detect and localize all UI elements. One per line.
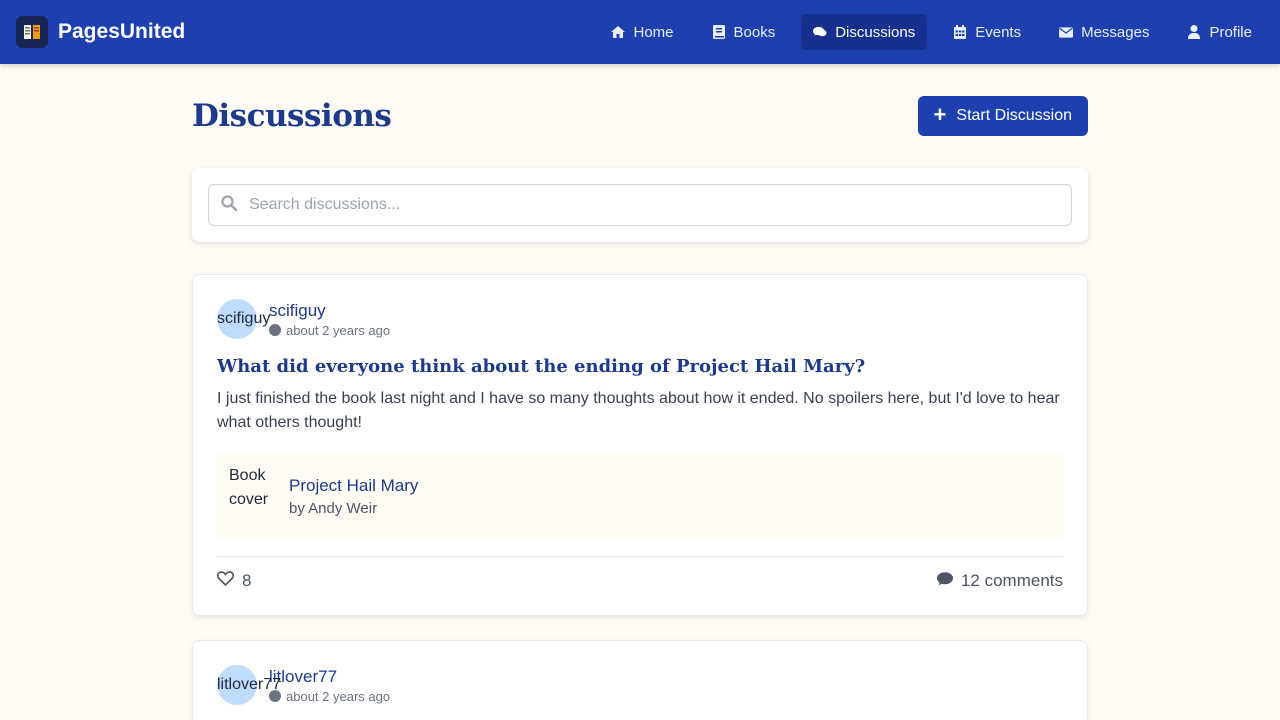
- calendar-icon: [953, 25, 967, 39]
- discussion-body: I just finished the book last night and …: [217, 390, 1060, 431]
- search-card: [192, 168, 1088, 242]
- nav-books[interactable]: Books: [700, 14, 788, 50]
- comment-count: 12 comments: [960, 571, 1063, 590]
- timestamp: about 2 years ago: [269, 689, 390, 704]
- plus-icon: +: [933, 102, 947, 127]
- nav-messages-label: Messages: [1081, 23, 1150, 41]
- comment-icon: [936, 571, 953, 591]
- like-count: 8: [242, 571, 252, 590]
- avatar[interactable]: scifiguy: [217, 299, 270, 339]
- search-box[interactable]: [208, 184, 1072, 226]
- nav-home-label: Home: [633, 23, 674, 41]
- clock-icon: [269, 690, 281, 702]
- start-discussion-label: Start Discussion: [956, 107, 1072, 124]
- timestamp-text: about 2 years ago: [286, 322, 391, 338]
- book-icon: [712, 25, 726, 39]
- author-row: scifiguy scifiguy about 2 years ago: [217, 299, 1063, 339]
- book-cover: Book cover: [229, 467, 269, 508]
- timestamp-text: about 2 years ago: [286, 688, 391, 704]
- page-header: Discussions + Start Discussion: [192, 96, 1088, 136]
- start-discussion-button[interactable]: + Start Discussion: [917, 96, 1088, 136]
- discussion-card[interactable]: scifiguy scifiguy about 2 years ago What…: [192, 274, 1088, 616]
- nav-discussions-label: Discussions: [835, 23, 916, 41]
- user-icon: [1187, 25, 1201, 39]
- book-logo-icon: [16, 16, 48, 48]
- clock-icon: [269, 324, 281, 336]
- top-navbar: PagesUnited Home Books Discussions Event…: [0, 0, 1280, 64]
- book-author: by Andy Weir: [289, 499, 378, 517]
- author-name[interactable]: scifiguy: [269, 301, 390, 321]
- author-row: litlover77 litlover77 about 2 years ago: [217, 665, 1063, 705]
- nav-profile[interactable]: Profile: [1175, 14, 1264, 50]
- nav-profile-label: Profile: [1209, 23, 1252, 41]
- nav-events-label: Events: [975, 23, 1022, 41]
- book-title[interactable]: Project Hail Mary: [289, 476, 418, 496]
- nav-home[interactable]: Home: [599, 14, 685, 50]
- nav-events[interactable]: Events: [941, 14, 1033, 50]
- nav-links: Home Books Discussions Events Messages P…: [589, 14, 1264, 50]
- heart-icon: [217, 571, 234, 591]
- comments-icon: [813, 25, 827, 39]
- author-name[interactable]: litlover77: [269, 667, 390, 687]
- avatar[interactable]: litlover77: [217, 665, 281, 705]
- timestamp: about 2 years ago: [269, 323, 390, 338]
- nav-books-label: Books: [733, 23, 776, 41]
- book-reference[interactable]: Book cover Project Hail Mary by Andy Wei…: [217, 452, 1063, 540]
- search-icon: [221, 194, 238, 216]
- comments-link[interactable]: 12 comments: [936, 571, 1063, 591]
- page-title: Discussions: [192, 98, 392, 134]
- nav-messages[interactable]: Messages: [1047, 14, 1161, 50]
- avatar-alt-text: scifiguy: [217, 310, 271, 327]
- envelope-icon: [1059, 25, 1074, 39]
- main-content: Discussions + Start Discussion scifiguy …: [192, 64, 1088, 720]
- discussion-title[interactable]: What did everyone think about the ending…: [217, 356, 1063, 377]
- like-button[interactable]: 8: [217, 571, 251, 591]
- search-input[interactable]: [249, 196, 1059, 214]
- nav-discussions[interactable]: Discussions: [801, 14, 928, 50]
- discussion-footer: 8 12 comments: [217, 556, 1063, 591]
- brand[interactable]: PagesUnited: [16, 16, 185, 48]
- brand-name: PagesUnited: [58, 20, 186, 43]
- discussion-card[interactable]: litlover77 litlover77 about 2 years ago: [192, 640, 1088, 720]
- home-icon: [611, 25, 626, 39]
